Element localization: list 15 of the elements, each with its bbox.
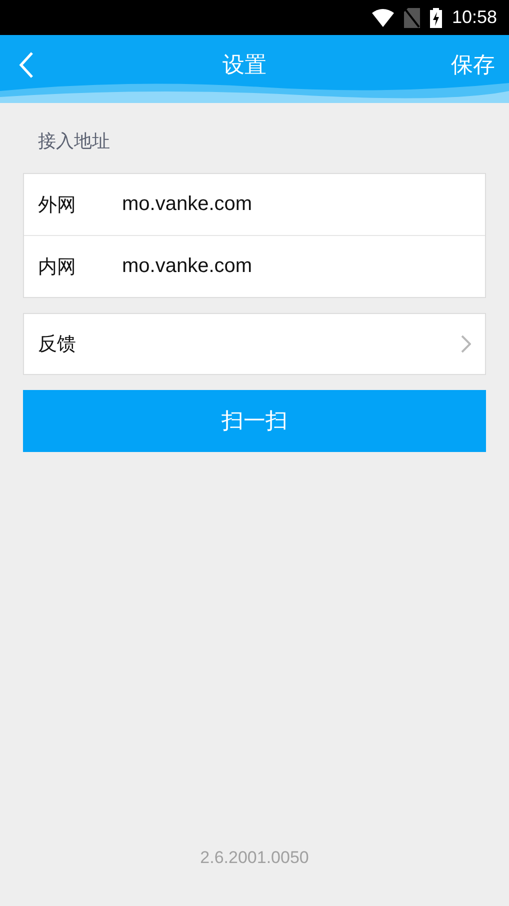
battery-charging-icon bbox=[430, 8, 442, 28]
wifi-icon bbox=[372, 8, 394, 26]
feedback-label: 反馈 bbox=[38, 332, 77, 357]
field-label: 内网 bbox=[38, 254, 77, 280]
no-sim-icon bbox=[404, 8, 420, 28]
status-time: 10:58 bbox=[452, 7, 497, 28]
feedback-item[interactable]: 反馈 bbox=[23, 313, 486, 375]
section-label: 接入地址 bbox=[38, 130, 111, 154]
page-title: 设置 bbox=[222, 52, 266, 80]
address-input[interactable]: mo.vanke.com bbox=[122, 255, 422, 278]
field-label: 外网 bbox=[38, 192, 77, 218]
version-text: 2.6.2001.0050 bbox=[200, 848, 309, 868]
address-input[interactable]: mo.vanke.com bbox=[122, 193, 422, 216]
chevron-left-icon bbox=[18, 51, 34, 79]
chevron-right-icon bbox=[461, 335, 471, 353]
